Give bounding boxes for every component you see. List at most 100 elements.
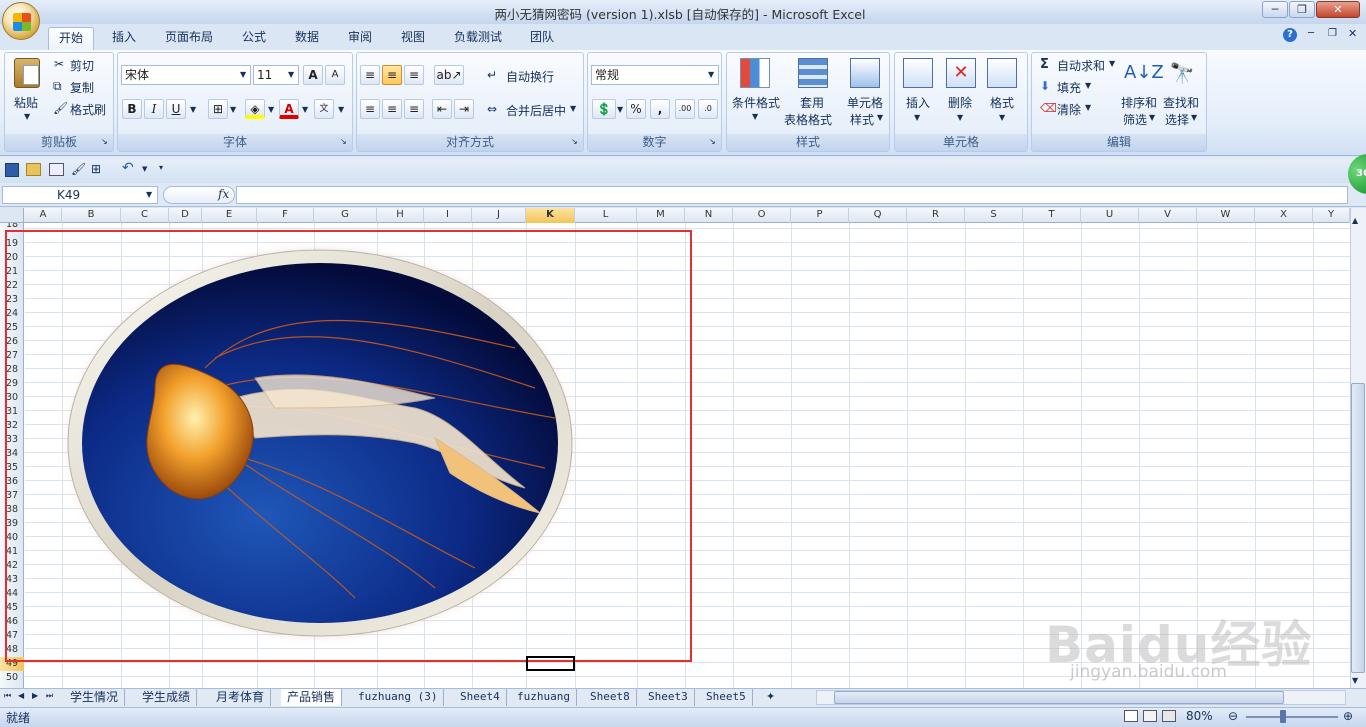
wrap-text-button[interactable]: 自动换行 [506, 68, 554, 85]
column-header[interactable]: R [907, 208, 965, 223]
cut-icon[interactable]: ✂ [54, 57, 64, 71]
column-header[interactable]: W [1197, 208, 1255, 223]
italic-button[interactable]: I [144, 99, 164, 119]
alignment-launcher-icon[interactable]: ↘ [571, 137, 578, 146]
fill-button[interactable]: 填充 [1057, 79, 1081, 96]
column-header[interactable]: X [1255, 208, 1313, 223]
insert-cells-dropdown-icon[interactable]: ▼ [914, 113, 920, 122]
conditional-format-icon[interactable] [740, 58, 770, 88]
column-header[interactable]: H [377, 208, 424, 223]
tab-team[interactable]: 团队 [522, 27, 562, 50]
align-middle-icon[interactable]: ≡ [382, 65, 402, 85]
find-select-button-line2[interactable]: 选择 [1165, 111, 1189, 128]
zoom-out-icon[interactable]: ⊖ [1228, 709, 1238, 723]
minimize-button[interactable]: ─ [1262, 1, 1288, 18]
column-header[interactable]: E [202, 208, 257, 223]
column-header[interactable]: D [169, 208, 202, 223]
select-all-corner[interactable] [0, 208, 24, 223]
autosum-dropdown-icon[interactable]: ▼ [1109, 59, 1115, 68]
format-cells-button[interactable]: 格式 [990, 94, 1014, 111]
normal-view-icon[interactable] [1124, 710, 1138, 722]
column-header[interactable]: T [1023, 208, 1081, 223]
row-header[interactable]: 50 [0, 671, 24, 685]
paste-dropdown-icon[interactable]: ▼ [24, 112, 30, 121]
delete-cells-icon[interactable]: ✕ [946, 58, 976, 88]
sort-filter-button-line1[interactable]: 排序和 [1121, 94, 1157, 111]
column-header[interactable]: L [575, 208, 637, 223]
increase-indent-icon[interactable]: ⇥ [454, 99, 474, 119]
last-sheet-icon[interactable]: ⏭ [46, 691, 53, 701]
fill-icon[interactable]: ⬇ [1040, 79, 1050, 93]
format-as-table-button-line1[interactable]: 套用 [800, 94, 824, 111]
format-as-table-button-line2[interactable]: 表格格式 [784, 111, 832, 128]
name-box-dropdown-icon[interactable]: ▼ [146, 190, 152, 199]
horizontal-scroll-thumb[interactable] [834, 691, 1284, 704]
cell-styles-button-line2[interactable]: 样式 [850, 111, 874, 128]
ribbon-restore-icon[interactable]: ❐ [1328, 28, 1337, 39]
tab-home[interactable]: 开始 [48, 27, 94, 50]
format-cells-dropdown-icon[interactable]: ▼ [999, 113, 1005, 122]
format-cells-icon[interactable] [987, 58, 1017, 88]
merge-dropdown-icon[interactable]: ▼ [570, 104, 576, 113]
paste-icon[interactable] [14, 58, 40, 88]
underline-dropdown-icon[interactable]: ▼ [190, 105, 196, 114]
fill-dropdown-icon[interactable]: ▼ [1085, 81, 1091, 90]
wrap-text-icon[interactable]: ↵ [487, 68, 497, 82]
zoom-slider[interactable] [1246, 716, 1338, 718]
column-header[interactable]: F [257, 208, 314, 223]
tab-insert[interactable]: 插入 [104, 27, 144, 50]
autosum-icon[interactable]: Σ [1040, 57, 1049, 72]
paste-button[interactable]: 粘贴 [14, 94, 38, 111]
fill-color-icon[interactable]: ◈ [245, 99, 265, 119]
customize-qat-icon[interactable]: ▾ [159, 163, 163, 172]
tab-data[interactable]: 数据 [287, 27, 327, 50]
font-size-dropdown-icon[interactable]: ▼ [288, 70, 294, 79]
sheet-tab[interactable]: fuzhuang [511, 689, 577, 706]
clear-button[interactable]: 清除 [1057, 101, 1081, 118]
clear-dropdown-icon[interactable]: ▼ [1085, 103, 1091, 112]
ribbon-close-icon[interactable]: ✕ [1348, 27, 1357, 40]
tab-formulas[interactable]: 公式 [234, 27, 274, 50]
open-icon[interactable] [26, 163, 41, 176]
scroll-down-icon[interactable]: ▼ [1352, 676, 1358, 685]
format-as-table-icon[interactable] [798, 58, 828, 88]
align-bottom-icon[interactable]: ≡ [404, 65, 424, 85]
column-header-active[interactable]: K [526, 208, 575, 223]
sheet-tab-active[interactable]: 产品销售 [281, 689, 343, 706]
save-icon[interactable] [5, 163, 19, 177]
phonetic-dropdown-icon[interactable]: ▼ [338, 105, 344, 114]
maximize-button[interactable]: ❐ [1289, 1, 1315, 18]
align-top-icon[interactable]: ≡ [360, 65, 380, 85]
name-box[interactable]: K49 [2, 186, 158, 204]
sheet-tab[interactable]: 学生情况 [64, 689, 126, 706]
zoom-in-icon[interactable]: ⊕ [1343, 709, 1353, 723]
insert-cells-button[interactable]: 插入 [906, 94, 930, 111]
percent-button[interactable]: % [626, 99, 646, 119]
cut-button[interactable]: 剪切 [70, 57, 94, 74]
conditional-format-dropdown-icon[interactable]: ▼ [752, 112, 758, 121]
find-select-icon[interactable]: 🔭 [1167, 58, 1197, 88]
qat-more-icon[interactable]: ⊞ [91, 162, 101, 176]
prev-sheet-icon[interactable]: ◀ [18, 691, 24, 700]
sheet-tab[interactable]: 学生成绩 [136, 689, 198, 706]
font-name-dropdown-icon[interactable]: ▼ [240, 70, 246, 79]
scroll-up-icon[interactable]: ▲ [1352, 216, 1358, 225]
column-header[interactable]: N [685, 208, 733, 223]
align-center-icon[interactable]: ≡ [382, 99, 402, 119]
decrease-decimal-icon[interactable]: .0 [698, 99, 718, 119]
close-button[interactable]: ✕ [1316, 1, 1360, 18]
column-header[interactable]: S [965, 208, 1023, 223]
column-header[interactable]: C [121, 208, 169, 223]
align-left-icon[interactable]: ≡ [360, 99, 380, 119]
currency-dropdown-icon[interactable]: ▼ [617, 105, 623, 114]
tab-review[interactable]: 审阅 [340, 27, 380, 50]
column-header[interactable]: O [733, 208, 791, 223]
find-select-dropdown-icon[interactable]: ▼ [1191, 113, 1197, 122]
help-icon[interactable]: ? [1283, 28, 1297, 42]
first-sheet-icon[interactable]: ⏮ [4, 691, 11, 701]
grow-font-button[interactable]: A [303, 65, 323, 85]
column-header[interactable]: Y [1313, 208, 1350, 223]
bold-button[interactable]: B [122, 99, 142, 119]
merge-center-button[interactable]: 合并后居中 [506, 102, 566, 119]
ribbon-minimize-icon[interactable]: ─ [1308, 28, 1314, 39]
